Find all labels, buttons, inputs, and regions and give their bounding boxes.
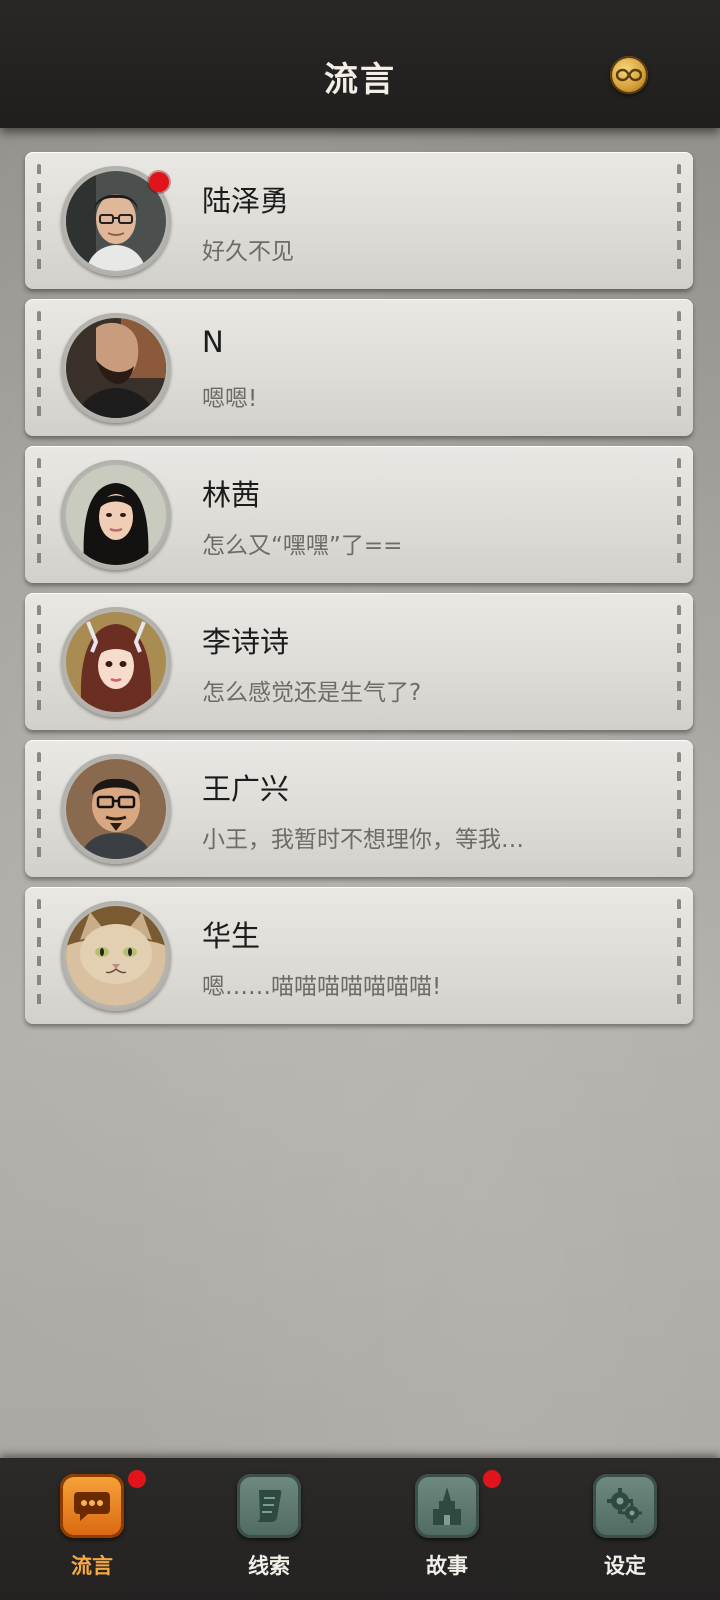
message-preview: 嗯嗯! [202,386,258,412]
message-item[interactable]: 林茜 怎么又“嘿嘿”了== [25,446,693,583]
contact-name: 王广兴 [202,772,290,806]
avatar[interactable] [66,318,166,418]
message-item[interactable]: 王广兴 小王，我暂时不想理你，等我… [25,740,693,877]
tab-label: 流言 [71,1553,113,1578]
message-preview: 怎么又“嘿嘿”了== [202,533,403,559]
gear-icon [593,1474,657,1538]
contact-name: N [202,325,224,359]
avatar[interactable] [66,612,166,712]
message-item[interactable]: 李诗诗 怎么感觉还是生气了? [25,593,693,730]
message-preview: 小王，我暂时不想理你，等我… [202,827,524,853]
avatar-frame [61,901,171,1011]
top-header: 流言 [0,0,720,128]
tab-rumors[interactable]: 流言 [42,1470,146,1584]
tab-story[interactable]: 故事 [397,1470,501,1584]
unread-badge [149,172,169,192]
avatar[interactable] [66,906,166,1006]
tab-label: 线索 [248,1553,290,1578]
bottom-nav: 流言 线索 故事 设定 [0,1458,720,1600]
tower-icon [415,1474,479,1538]
message-item[interactable]: 陆泽勇 好久不见 [25,152,693,289]
avatar[interactable] [66,465,166,565]
contact-name: 李诗诗 [202,625,290,659]
avatar-frame [61,313,171,423]
message-item[interactable]: N 嗯嗯! [25,299,693,436]
message-preview: 嗯……喵喵喵喵喵喵喵! [202,974,442,1000]
avatar-frame [61,754,171,864]
tab-settings[interactable]: 设定 [575,1474,675,1584]
contact-name: 林茜 [202,478,261,512]
scroll-icon [237,1474,301,1538]
avatar-frame [61,460,171,570]
tab-clues[interactable]: 线索 [219,1474,319,1584]
infinity-coin-icon[interactable] [610,56,648,94]
avatar-frame [61,607,171,717]
contact-name: 陆泽勇 [202,184,290,218]
avatar[interactable] [66,759,166,859]
contact-name: 华生 [202,919,261,953]
tab-badge [128,1470,146,1488]
tab-label: 故事 [426,1553,468,1578]
message-list: 陆泽勇 好久不见 N 嗯嗯! 林茜 怎么又“嘿嘿”了== 李诗诗 怎么感觉还是生… [25,152,693,1034]
message-item[interactable]: 华生 嗯……喵喵喵喵喵喵喵! [25,887,693,1024]
message-preview: 怎么感觉还是生气了? [202,680,422,706]
message-preview: 好久不见 [202,239,294,265]
tab-badge [483,1470,501,1488]
tab-label: 设定 [604,1553,646,1578]
chat-bubble-icon [60,1474,124,1538]
